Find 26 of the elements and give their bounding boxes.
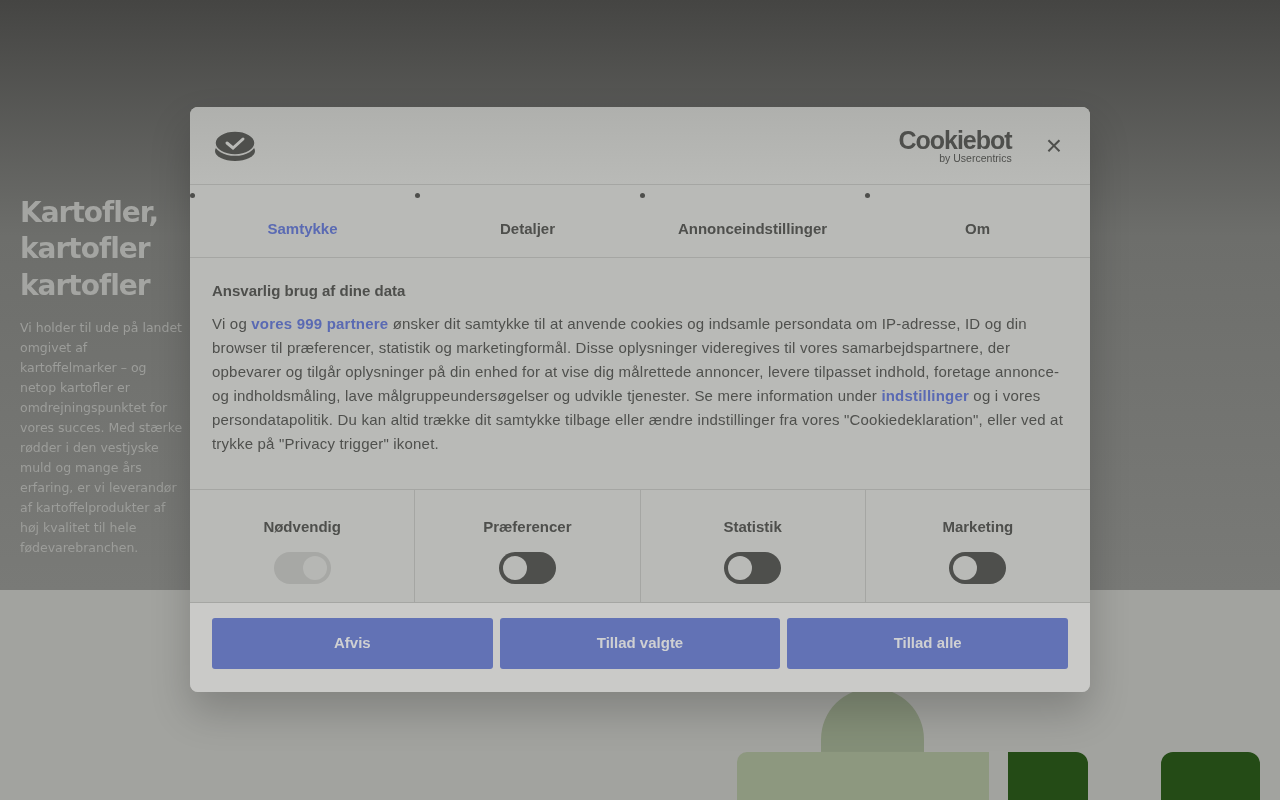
tab[interactable]: Om (865, 218, 1090, 241)
brand-byline: by Usercentrics (938, 152, 1012, 164)
category-label: Marketing (942, 517, 1014, 537)
bullet-icon (415, 193, 420, 198)
toggle-switch[interactable] (724, 551, 782, 584)
category-label: Nødvendig (263, 517, 341, 537)
toggle-switch[interactable] (498, 551, 556, 584)
bullet-icon (640, 193, 645, 198)
link[interactable]: vores 999 partnere (251, 315, 389, 332)
brand-logo-text: Cookiebot (898, 127, 1012, 153)
close-button[interactable]: × (1041, 131, 1066, 160)
action-button[interactable]: Tillad valgte (499, 618, 781, 669)
action-button[interactable]: Afvis (212, 618, 493, 669)
bullet-icon (190, 193, 195, 198)
tab[interactable]: Samtykke (190, 218, 415, 241)
category-label: Præferencer (483, 517, 572, 537)
tab[interactable]: Detaljer (415, 218, 640, 241)
tab[interactable]: Annonceindstillinger (640, 218, 865, 241)
bullet-icon (865, 193, 870, 198)
action-button[interactable]: Tillad alle (787, 618, 1068, 669)
toggle-switch[interactable] (949, 551, 1007, 584)
consent-paragraph: Vi og vores 999 partnere ønsker dit samtykke til at anvende cookies og indsamle persondata om IP-adresse, ID og din browser til præferencer, statistik og marketingformål. Disse oplysninger videregives til vores samarbejdspartnere, der opbevarer og tilgår oplysninger på din enhed for at vise dig målrettede annoncer, levere tilpasset indhold, foretage annonce- og indholdsmåling, lave målgruppeundersøgelser og udvikle tjenester. Se mere information under indstillinger og i vores persondatapolitik. Du kan altid trække dit samtykke tilbage eller ændre indstillinger fra vores "Cookiedeklaration", eller ved at trykke på "Privacy trigger" ikonet. (212, 314, 1065, 454)
category-label: Statistik (723, 517, 782, 537)
link[interactable]: indstillinger (881, 387, 969, 404)
section-heading: Ansvarlig brug af dine data (212, 282, 407, 300)
checkmark-disc-icon (214, 129, 256, 162)
